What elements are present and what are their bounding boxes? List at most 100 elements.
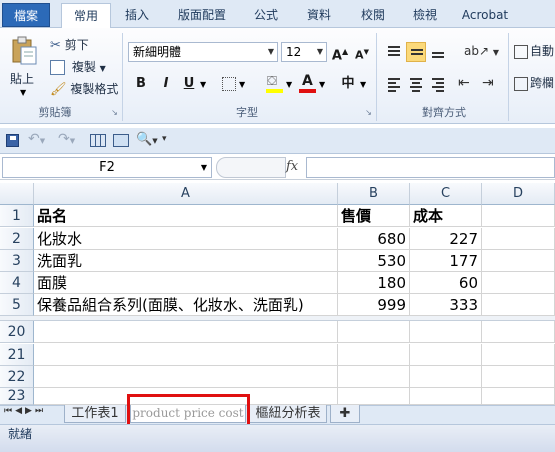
row-header[interactable]: 5 [0,294,34,316]
column-header-c[interactable]: C [410,183,482,205]
format-painter-button[interactable]: 🖌 複製格式 [50,80,118,99]
table-cell[interactable] [410,388,482,405]
sheet-nav-icons[interactable]: ⏮◀▶⏭ [4,406,46,416]
formula-expander[interactable] [216,157,286,178]
font-launcher-icon[interactable]: ↘ [364,108,373,117]
shrink-font-button[interactable]: A▼ [352,42,372,62]
table-icon[interactable] [90,134,106,147]
table-cell[interactable] [338,388,410,405]
tab-page-layout[interactable]: 版面配置 [170,3,234,28]
column-header-d[interactable]: D [482,183,555,205]
insert-function-icon[interactable]: fx [286,157,298,177]
row-header[interactable]: 2 [0,228,34,250]
clipboard-launcher-icon[interactable]: ↘ [110,108,119,117]
tab-insert[interactable]: 插入 [116,3,158,28]
table-cell[interactable] [410,366,482,388]
table-cell[interactable]: 洗面乳 [34,250,338,272]
grow-font-button[interactable]: A▲ [330,42,350,63]
table-cell[interactable] [34,321,338,343]
merge-center-button[interactable]: 跨欄 [514,74,554,92]
copy-button[interactable]: 複製 ▼ [50,58,106,78]
table-cell[interactable]: 333 [410,294,482,316]
wrap-text-button[interactable]: 自動 [514,42,554,60]
new-sheet-icon[interactable]: ✚ [330,405,360,423]
table-cell[interactable] [34,366,338,388]
row-header[interactable]: 21 [0,344,34,366]
select-all-corner[interactable] [0,183,34,205]
print-preview-icon[interactable]: 🔍▼ [136,132,158,147]
table-cell[interactable]: 面膜 [34,272,338,294]
tab-home[interactable]: 常用 [61,3,111,29]
decrease-indent-icon[interactable]: ⇤ [458,75,470,91]
form-icon[interactable] [113,134,129,147]
tab-file[interactable]: 檔案 [2,3,50,27]
row-header[interactable]: 1 [0,205,34,227]
table-cell[interactable]: 成本 [410,205,482,227]
underline-button[interactable]: U [179,74,199,94]
table-cell[interactable]: 999 [338,294,410,316]
table-cell[interactable] [338,366,410,388]
name-box[interactable]: F2 ▼ [2,157,212,178]
italic-button[interactable]: I [156,74,176,94]
cut-button[interactable]: ✂ 剪下 [50,36,89,55]
redo-icon[interactable]: ↷▼ [58,131,75,147]
tab-data[interactable]: 資料 [297,3,341,28]
column-header-b[interactable]: B [338,183,410,205]
undo-icon[interactable]: ↶▼ [28,131,45,147]
table-cell[interactable]: 保養品組合系列(面膜、化妝水、洗面乳) [34,294,338,316]
align-middle-button[interactable] [406,42,426,62]
table-cell[interactable] [338,321,410,343]
column-header-a[interactable]: A [34,183,338,205]
table-cell[interactable] [34,344,338,366]
table-cell[interactable] [482,205,555,227]
tab-formulas[interactable]: 公式 [246,3,286,28]
bold-button[interactable]: B [131,74,151,94]
align-center-button[interactable] [406,74,426,94]
sheet-tab-pivot[interactable]: 樞紐分析表 [249,405,327,423]
align-top-button[interactable] [384,42,404,62]
table-cell[interactable]: 品名 [34,205,338,227]
table-cell[interactable] [482,294,555,316]
row-header[interactable]: 23 [0,388,34,405]
customize-qat-icon[interactable]: ▾ [162,134,167,144]
save-icon[interactable] [6,134,19,147]
table-cell[interactable] [410,344,482,366]
row-header[interactable]: 22 [0,366,34,388]
table-cell[interactable]: 180 [338,272,410,294]
font-color-button[interactable]: A [299,73,317,94]
row-header[interactable]: 3 [0,250,34,272]
row-header[interactable]: 4 [0,272,34,294]
phonetic-guide-button[interactable]: 中 [338,74,358,94]
table-cell[interactable]: 530 [338,250,410,272]
formula-input[interactable] [306,157,555,178]
align-left-button[interactable] [384,74,404,94]
table-cell[interactable] [482,250,555,272]
orientation-icon[interactable]: ab↗ ▼ [464,44,499,58]
sheet-tab-worksheet1[interactable]: 工作表1 [64,405,126,423]
table-cell[interactable]: 售價 [338,205,410,227]
font-name-combo[interactable]: 新細明體 ▼ [128,42,278,62]
align-right-button[interactable] [428,74,448,94]
align-bottom-button[interactable] [428,42,448,62]
table-cell[interactable] [338,344,410,366]
tab-acrobat[interactable]: Acrobat [455,3,515,28]
font-size-combo[interactable]: 12 ▼ [281,42,327,62]
border-icon[interactable] [222,77,236,91]
paste-button[interactable]: 貼上 ▼ [6,34,42,100]
table-cell[interactable] [482,228,555,250]
table-cell[interactable]: 680 [338,228,410,250]
fill-color-button[interactable]: ⛋ [266,74,284,94]
table-cell[interactable] [482,344,555,366]
table-cell[interactable] [482,388,555,405]
table-cell[interactable]: 177 [410,250,482,272]
table-cell[interactable]: 化妝水 [34,228,338,250]
table-cell[interactable]: 227 [410,228,482,250]
increase-indent-icon[interactable]: ⇥ [482,75,494,91]
tab-review[interactable]: 校閱 [352,3,394,28]
table-cell[interactable] [482,272,555,294]
table-cell[interactable]: 60 [410,272,482,294]
tab-view[interactable]: 檢視 [404,3,446,28]
table-cell[interactable] [410,321,482,343]
table-cell[interactable] [482,321,555,343]
row-header[interactable]: 20 [0,321,34,343]
